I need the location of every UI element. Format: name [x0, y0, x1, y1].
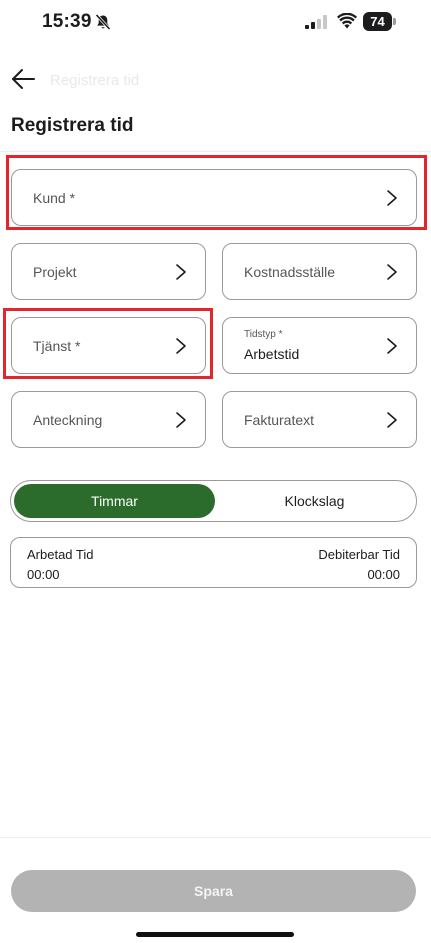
status-bar: 15:39 74	[0, 0, 431, 44]
register-time-screen: 15:39 74 Registrera tid Registrera tid K…	[0, 0, 431, 943]
kund-label: Kund *	[33, 189, 76, 206]
anteckning-label: Anteckning	[33, 411, 103, 428]
worked-time-label: Arbetad Tid	[27, 547, 94, 562]
tidstyp-field[interactable]: Tidstyp * Arbetstid	[222, 317, 417, 374]
time-mode-segmented-control: Timmar Klockslag	[10, 480, 417, 522]
chevron-right-icon	[387, 411, 397, 428]
chevron-right-icon	[387, 263, 397, 280]
save-button[interactable]: Spara	[11, 870, 416, 912]
battery-level: 74	[363, 12, 392, 31]
chevron-right-icon	[176, 411, 186, 428]
chevron-right-icon	[176, 337, 186, 354]
bottom-divider	[0, 837, 431, 838]
segment-klockslag[interactable]: Klockslag	[215, 484, 414, 518]
battery-icon: 74	[363, 12, 396, 31]
kostnadsstalle-field[interactable]: Kostnadsställe	[222, 243, 417, 300]
projekt-label: Projekt	[33, 263, 77, 280]
segment-timmar[interactable]: Timmar	[14, 484, 215, 518]
tidstyp-value: Arbetstid	[244, 346, 300, 362]
kund-field[interactable]: Kund *	[11, 169, 417, 226]
nav-title: Registrera tid	[50, 72, 140, 89]
billable-time-value: 00:00	[367, 567, 400, 582]
bell-muted-icon	[95, 13, 111, 31]
tjanst-label: Tjänst *	[33, 337, 81, 354]
fakturatext-label: Fakturatext	[244, 411, 315, 428]
battery-cap	[393, 18, 396, 25]
billable-time-label: Debiterbar Tid	[318, 547, 400, 562]
back-arrow-icon[interactable]	[9, 66, 37, 92]
cellular-signal-icon	[305, 15, 327, 29]
tjanst-field[interactable]: Tjänst *	[11, 317, 206, 374]
time-summary-box: Arbetad Tid 00:00 Debiterbar Tid 00:00	[10, 537, 417, 588]
page-title: Registrera tid	[11, 115, 134, 136]
wifi-icon	[337, 13, 357, 29]
title-divider	[0, 151, 431, 152]
chevron-right-icon	[387, 337, 397, 354]
kostnadsstalle-label: Kostnadsställe	[244, 263, 336, 280]
status-time: 15:39	[42, 11, 92, 32]
home-indicator	[136, 932, 294, 937]
tidstyp-label: Tidstyp *	[244, 329, 283, 340]
worked-time-value: 00:00	[27, 567, 60, 582]
projekt-field[interactable]: Projekt	[11, 243, 206, 300]
fakturatext-field[interactable]: Fakturatext	[222, 391, 417, 448]
chevron-right-icon	[176, 263, 186, 280]
anteckning-field[interactable]: Anteckning	[11, 391, 206, 448]
chevron-right-icon	[387, 189, 397, 206]
